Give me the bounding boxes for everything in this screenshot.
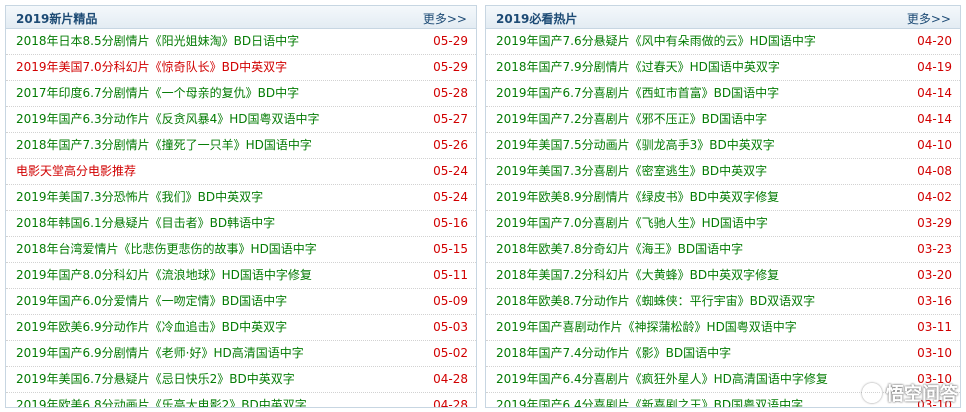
release-date: 05-29 [433, 60, 468, 74]
panel-title: 2019新片精品 [16, 12, 98, 26]
movie-title-link[interactable]: 2017年印度6.7分剧情片《一个母亲的复仇》BD中字 [16, 86, 299, 100]
release-date: 05-02 [433, 346, 468, 360]
list-item: 2019年国产7.0分喜剧片《飞驰人生》HD国语中字 03-29 [486, 211, 960, 237]
movie-title-link[interactable]: 2018年国产7.4分动作片《影》BD国语中字 [496, 346, 731, 360]
panel-title: 2019必看热片 [496, 12, 578, 26]
movie-title-link[interactable]: 2018年国产7.3分剧情片《撞死了一只羊》HD国语中字 [16, 138, 312, 152]
release-date: 03-29 [917, 216, 952, 230]
release-date: 05-24 [433, 164, 468, 178]
movie-title-link[interactable]: 2018年国产7.9分剧情片《过春天》HD国语中英双字 [496, 60, 780, 74]
list-item: 2018年台湾爱情片《比悲伤更悲伤的故事》HD国语中字 05-15 [6, 237, 476, 263]
list-item: 2019年美国7.3分恐怖片《我们》BD中英双字 05-24 [6, 185, 476, 211]
release-date: 04-08 [917, 164, 952, 178]
list-item: 2019年国产6.7分喜剧片《西虹市首富》BD国语中字 04-14 [486, 81, 960, 107]
release-date: 03-20 [917, 268, 952, 282]
release-date: 04-20 [917, 34, 952, 48]
list-item: 2019年国产7.6分悬疑片《风中有朵雨做的云》HD国语中字 04-20 [486, 29, 960, 55]
list-item: 2018年欧美7.8分奇幻片《海王》BD国语中字 03-23 [486, 237, 960, 263]
watermark: 悟空问答 [862, 380, 958, 406]
movie-title-link[interactable]: 2018年美国7.2分科幻片《大黄蜂》BD中英双字修复 [496, 268, 779, 282]
release-date: 05-09 [433, 294, 468, 308]
movie-title-link[interactable]: 2019年欧美6.9分动作片《冷血追击》BD中英双字 [16, 320, 287, 334]
release-date: 04-19 [917, 60, 952, 74]
more-link[interactable]: 更多>> [423, 10, 467, 27]
more-link[interactable]: 更多>> [907, 10, 951, 27]
movie-title-link[interactable]: 2018年欧美8.7分动作片《蜘蛛侠：平行宇宙》BD双语双字 [496, 294, 815, 308]
movie-title-link[interactable]: 2019年国产7.2分喜剧片《邪不压正》BD国语中字 [496, 112, 767, 126]
release-date: 05-16 [433, 216, 468, 230]
list-item: 2019年美国7.5分动画片《驯龙高手3》BD中英双字 04-10 [486, 133, 960, 159]
release-date: 04-14 [917, 112, 952, 126]
movie-title-link[interactable]: 2019年国产8.0分科幻片《流浪地球》HD国语中字修复 [16, 268, 312, 282]
movie-title-link[interactable]: 2018年欧美7.8分奇幻片《海王》BD国语中字 [496, 242, 743, 256]
list-item: 2019年国产6.0分爱情片《一吻定情》BD国语中字 05-09 [6, 289, 476, 315]
movie-title-link[interactable]: 2019年国产6.4分喜剧片《疯狂外星人》HD高清国语中字修复 [496, 372, 828, 386]
wukong-logo-icon [862, 383, 882, 403]
movie-title-link[interactable]: 2019年美国7.5分动画片《驯龙高手3》BD中英双字 [496, 138, 775, 152]
list-item: 2019年国产6.9分剧情片《老师·好》HD高清国语中字 05-02 [6, 341, 476, 367]
must-watch-panel: 2019必看热片 更多>> 2019年国产7.6分悬疑片《风中有朵雨做的云》HD… [485, 5, 961, 408]
list-item: 2018年国产7.9分剧情片《过春天》HD国语中英双字 04-19 [486, 55, 960, 81]
release-date: 04-02 [917, 190, 952, 204]
list-item: 2018年韩国6.1分悬疑片《目击者》BD韩语中字 05-16 [6, 211, 476, 237]
movie-title-link[interactable]: 2019年美国6.7分悬疑片《忌日快乐2》BD中英双字 [16, 372, 295, 386]
list-item: 2019年国产8.0分科幻片《流浪地球》HD国语中字修复 05-11 [6, 263, 476, 289]
release-date: 04-14 [917, 86, 952, 100]
movie-title-link[interactable]: 2018年日本8.5分剧情片《阳光姐妹淘》BD日语中字 [16, 34, 299, 48]
release-date: 03-11 [917, 320, 952, 334]
movie-title-link[interactable]: 2019年国产6.4分喜剧片《新喜剧之王》BD国粤双语中字 [496, 398, 803, 407]
watermark-text: 悟空问答 [886, 384, 958, 405]
release-date: 05-15 [433, 242, 468, 256]
release-date: 03-16 [917, 294, 952, 308]
list-item: 2019年国产6.3分动作片《反贪风暴4》HD国粤双语中字 05-27 [6, 107, 476, 133]
release-date: 05-28 [433, 86, 468, 100]
movie-title-link[interactable]: 2018年台湾爱情片《比悲伤更悲伤的故事》HD国语中字 [16, 242, 317, 256]
movie-title-link[interactable]: 2019年欧美8.9分剧情片《绿皮书》BD中英双字修复 [496, 190, 779, 204]
list-item: 2019年美国7.3分喜剧片《密室逃生》BD中英双字 04-08 [486, 159, 960, 185]
panel-header: 2019必看热片 更多>> [486, 6, 960, 29]
movie-list: 2019年国产7.6分悬疑片《风中有朵雨做的云》HD国语中字 04-20 2018年… [486, 29, 960, 407]
list-item: 2019年国产7.2分喜剧片《邪不压正》BD国语中字 04-14 [486, 107, 960, 133]
movie-title-link[interactable]: 电影天堂高分电影推荐 [16, 164, 136, 178]
list-item: 2019年欧美6.9分动作片《冷血追击》BD中英双字 05-03 [6, 315, 476, 341]
list-item: 2018年欧美8.7分动作片《蜘蛛侠：平行宇宙》BD双语双字 03-16 [486, 289, 960, 315]
movie-title-link[interactable]: 2019年美国7.3分恐怖片《我们》BD中英双字 [16, 190, 263, 204]
list-item: 2019年美国6.7分悬疑片《忌日快乐2》BD中英双字 04-28 [6, 367, 476, 393]
release-date: 05-27 [433, 112, 468, 126]
release-date: 05-03 [433, 320, 468, 334]
release-date: 05-24 [433, 190, 468, 204]
movie-list: 2018年日本8.5分剧情片《阳光姐妹淘》BD日语中字 05-29 2019年美国7… [6, 29, 476, 408]
list-item: 2019年美国7.0分科幻片《惊奇队长》BD中英双字 05-29 [6, 55, 476, 81]
new-releases-panel: 2019新片精品 更多>> 2018年日本8.5分剧情片《阳光姐妹淘》BD日语中… [5, 5, 477, 408]
movie-title-link[interactable]: 2019年国产7.6分悬疑片《风中有朵雨做的云》HD国语中字 [496, 34, 816, 48]
list-item: 2018年国产7.3分剧情片《撞死了一只羊》HD国语中字 05-26 [6, 133, 476, 159]
release-date: 05-29 [433, 34, 468, 48]
movie-title-link[interactable]: 2019年国产6.0分爱情片《一吻定情》BD国语中字 [16, 294, 287, 308]
list-item: 2017年印度6.7分剧情片《一个母亲的复仇》BD中字 05-28 [6, 81, 476, 107]
release-date: 04-10 [917, 138, 952, 152]
movie-title-link[interactable]: 2019年美国7.3分喜剧片《密室逃生》BD中英双字 [496, 164, 767, 178]
list-item: 2019年欧美8.9分剧情片《绿皮书》BD中英双字修复 04-02 [486, 185, 960, 211]
list-item: 2019年国产喜剧动作片《神探蒲松龄》HD国粤双语中字 03-11 [486, 315, 960, 341]
movie-title-link[interactable]: 2019年国产6.9分剧情片《老师·好》HD高清国语中字 [16, 346, 304, 360]
release-date: 03-10 [917, 346, 952, 360]
release-date: 05-26 [433, 138, 468, 152]
list-item: 2018年美国7.2分科幻片《大黄蜂》BD中英双字修复 03-20 [486, 263, 960, 289]
release-date: 03-23 [917, 242, 952, 256]
movie-title-link[interactable]: 2019年国产7.0分喜剧片《飞驰人生》HD国语中字 [496, 216, 768, 230]
list-item: 2018年日本8.5分剧情片《阳光姐妹淘》BD日语中字 05-29 [6, 29, 476, 55]
movie-title-link[interactable]: 2019年美国7.0分科幻片《惊奇队长》BD中英双字 [16, 60, 287, 74]
movie-title-link[interactable]: 2019年欧美6.8分动画片《乐高大电影2》BD中英双字 [16, 398, 307, 407]
list-item: 电影天堂高分电影推荐 05-24 [6, 159, 476, 185]
list-item: 2019年欧美6.8分动画片《乐高大电影2》BD中英双字 04-28 [6, 393, 476, 408]
release-date: 05-11 [433, 268, 468, 282]
release-date: 04-28 [433, 372, 468, 386]
list-item: 2018年国产7.4分动作片《影》BD国语中字 03-10 [486, 341, 960, 367]
movie-title-link[interactable]: 2019年国产6.7分喜剧片《西虹市首富》BD国语中字 [496, 86, 779, 100]
movie-title-link[interactable]: 2019年国产喜剧动作片《神探蒲松龄》HD国粤双语中字 [496, 320, 797, 334]
movie-title-link[interactable]: 2018年韩国6.1分悬疑片《目击者》BD韩语中字 [16, 216, 275, 230]
movie-title-link[interactable]: 2019年国产6.3分动作片《反贪风暴4》HD国粤双语中字 [16, 112, 320, 126]
panel-header: 2019新片精品 更多>> [6, 6, 476, 29]
release-date: 04-28 [433, 398, 468, 408]
